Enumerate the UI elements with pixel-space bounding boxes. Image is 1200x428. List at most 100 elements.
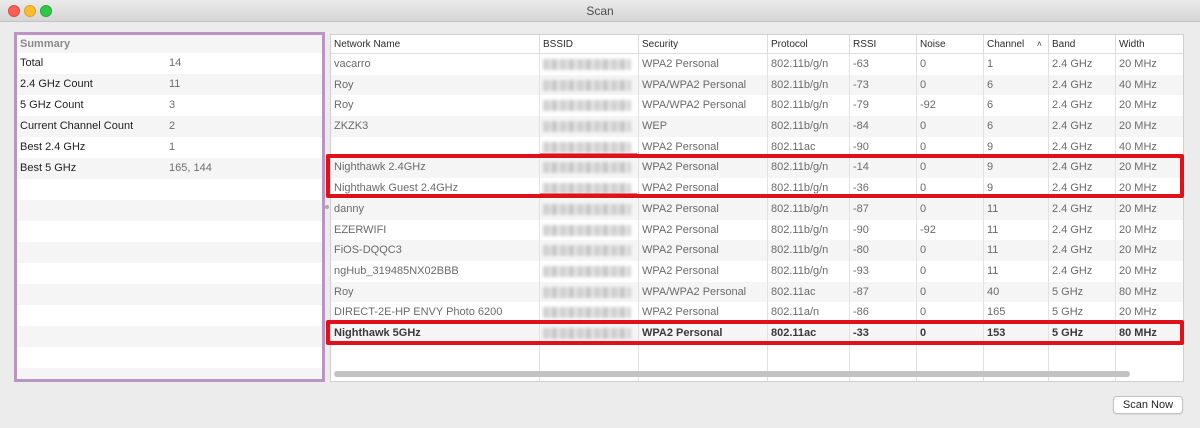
scan-now-button[interactable]: Scan Now bbox=[1113, 396, 1183, 414]
cell-security: WPA2 Personal bbox=[639, 260, 768, 282]
cell-security: WPA2 Personal bbox=[639, 178, 768, 199]
redacted-bssid bbox=[543, 121, 631, 133]
cell-band: 2.4 GHz bbox=[1049, 178, 1116, 199]
column-header-label: Channel bbox=[987, 39, 1025, 50]
table-row[interactable]: Roy WPA/WPA2 Personal 802.11ac -87 0 40 5 GHz 8… bbox=[331, 281, 1183, 303]
summary-empty-row bbox=[17, 368, 322, 379]
cell-security: WPA2 Personal bbox=[639, 157, 768, 179]
cell-network: danny bbox=[331, 198, 540, 220]
horizontal-scrollbar[interactable] bbox=[334, 371, 1130, 377]
title-bar: Scan bbox=[0, 0, 1200, 22]
table-row[interactable]: ZKZK3 WEP 802.11b/g/n -84 0 6 2.4 GHz 20 MHz bbox=[331, 116, 1183, 137]
cell-noise: 0 bbox=[917, 157, 984, 179]
cell-bssid-redacted bbox=[540, 322, 639, 344]
cell-band: 2.4 GHz bbox=[1049, 260, 1116, 282]
column-header-bssid[interactable]: BSSID bbox=[540, 35, 639, 54]
column-header-band[interactable]: Band bbox=[1049, 35, 1116, 54]
cell-network: Roy bbox=[331, 74, 540, 96]
table-row[interactable]: DIRECT-2E-HP ENVY Photo 6200 WPA2 Persona… bbox=[331, 302, 1183, 323]
table-row[interactable]: FiOS-DQQC3 WPA2 Personal 802.11b/g/n -80 0 11… bbox=[331, 240, 1183, 261]
cell-width: 20 MHz bbox=[1116, 178, 1183, 199]
summary-label: 5 GHz Count bbox=[20, 99, 84, 111]
column-header-noise[interactable]: Noise bbox=[917, 35, 984, 54]
redacted-bssid bbox=[543, 307, 631, 319]
column-header-network[interactable]: Network Name bbox=[331, 35, 540, 54]
column-header-label: BSSID bbox=[543, 39, 574, 50]
summary-label: Best 2.4 GHz bbox=[20, 141, 86, 153]
cell-band: 5 GHz bbox=[1049, 322, 1116, 344]
table-row[interactable]: Nighthawk 2.4GHz WPA2 Personal 802.11b/g/n… bbox=[331, 157, 1183, 179]
cell-band: 2.4 GHz bbox=[1049, 74, 1116, 96]
cell-network: Nighthawk 2.4GHz bbox=[331, 157, 540, 179]
summary-empty-row bbox=[17, 347, 322, 368]
cell-rssi: -84 bbox=[850, 116, 917, 137]
cell-noise: 0 bbox=[917, 116, 984, 137]
column-header-width[interactable]: Width bbox=[1116, 35, 1183, 54]
cell-rssi: -63 bbox=[850, 54, 917, 75]
redacted-bssid bbox=[543, 286, 631, 298]
cell-network: Nighthawk 5GHz bbox=[331, 322, 540, 344]
cell-noise: 0 bbox=[917, 322, 984, 344]
summary-row: 2.4 GHz Count 11 bbox=[17, 74, 322, 95]
cell-rssi: -87 bbox=[850, 281, 917, 303]
summary-row: Best 2.4 GHz 1 bbox=[17, 137, 322, 158]
table-row[interactable]: ngHub_319485NX02BBB WPA2 Personal 802.11b/… bbox=[331, 260, 1183, 282]
cell-width: 20 MHz bbox=[1116, 54, 1183, 75]
cell-noise: 0 bbox=[917, 54, 984, 75]
cell-network: ZKZK3 bbox=[331, 116, 540, 137]
column-header-label: Protocol bbox=[771, 39, 808, 50]
cell-channel: 11 bbox=[984, 198, 1049, 220]
table-row[interactable]: Roy WPA/WPA2 Personal 802.11b/g/n -79 -92 6 2.… bbox=[331, 95, 1183, 117]
cell-band: 2.4 GHz bbox=[1049, 116, 1116, 137]
summary-rows: Total 14 2.4 GHz Count 11 5 GHz Count 3 Curren… bbox=[17, 53, 322, 379]
cell-band: 2.4 GHz bbox=[1049, 219, 1116, 241]
cell-network: EZERWIFI bbox=[331, 219, 540, 241]
table-row[interactable]: Roy WPA/WPA2 Personal 802.11b/g/n -73 0 6 2.4 … bbox=[331, 74, 1183, 96]
cell-noise: 0 bbox=[917, 240, 984, 261]
table-row[interactable]: danny WPA2 Personal 802.11b/g/n -87 0 11 2.4 G… bbox=[331, 198, 1183, 220]
summary-empty-row bbox=[17, 263, 322, 284]
splitter-handle[interactable] bbox=[325, 205, 329, 209]
cell-bssid-redacted bbox=[540, 116, 639, 137]
cell-network: DIRECT-2E-HP ENVY Photo 6200 bbox=[331, 302, 540, 323]
cell-rssi: -73 bbox=[850, 74, 917, 96]
cell-security: WPA2 Personal bbox=[639, 198, 768, 220]
cell-noise: 0 bbox=[917, 281, 984, 303]
column-header-label: Network Name bbox=[334, 39, 401, 50]
cell-protocol: 802.11b/g/n bbox=[768, 54, 850, 75]
table-row[interactable]: Nighthawk Guest 2.4GHz WPA2 Personal 802.1… bbox=[331, 178, 1183, 199]
table-row[interactable]: EZERWIFI WPA2 Personal 802.11b/g/n -90 -92 11… bbox=[331, 219, 1183, 241]
cell-width: 20 MHz bbox=[1116, 199, 1183, 220]
cell-rssi: -90 bbox=[850, 219, 917, 241]
table-row[interactable]: WPA2 Personal 802.11ac -90 0 9 2.4 GHz 40 MHz bbox=[331, 136, 1183, 158]
cell-band: 2.4 GHz bbox=[1049, 157, 1116, 179]
summary-empty-row bbox=[17, 284, 322, 305]
column-header-channel[interactable]: Channel ˄ bbox=[984, 35, 1049, 54]
summary-empty-row bbox=[17, 200, 322, 221]
cell-security: WPA2 Personal bbox=[639, 302, 768, 323]
redacted-bssid bbox=[543, 141, 631, 153]
table-row[interactable]: Nighthawk 5GHz WPA2 Personal 802.11ac -33 0 1… bbox=[331, 322, 1183, 344]
table-row[interactable]: vacarro WPA2 Personal 802.11b/g/n -63 0 1 2.4 … bbox=[331, 54, 1183, 75]
bssid-mark-top bbox=[540, 153, 637, 156]
cell-protocol: 802.11a/n bbox=[768, 302, 850, 323]
summary-row: Current Channel Count 2 bbox=[17, 116, 322, 137]
summary-value: 11 bbox=[169, 78, 181, 90]
cell-bssid-redacted bbox=[540, 74, 639, 96]
cell-channel: 165 bbox=[984, 302, 1049, 323]
cell-bssid-redacted bbox=[540, 157, 639, 179]
redacted-bssid bbox=[543, 245, 631, 257]
cell-noise: 0 bbox=[917, 136, 984, 158]
summary-value: 3 bbox=[169, 99, 176, 111]
column-header-rssi[interactable]: RSSI bbox=[850, 35, 917, 54]
cell-channel: 11 bbox=[984, 219, 1049, 241]
cell-security: WPA2 Personal bbox=[639, 219, 768, 241]
cell-noise: 0 bbox=[917, 74, 984, 96]
cell-rssi: -36 bbox=[850, 178, 917, 199]
column-header-protocol[interactable]: Protocol bbox=[768, 35, 850, 54]
column-header-label: Width bbox=[1119, 39, 1145, 50]
column-header-security[interactable]: Security bbox=[639, 35, 768, 54]
cell-protocol: 802.11b/g/n bbox=[768, 95, 850, 117]
cell-channel: 6 bbox=[984, 95, 1049, 117]
cell-rssi: -33 bbox=[850, 322, 917, 344]
